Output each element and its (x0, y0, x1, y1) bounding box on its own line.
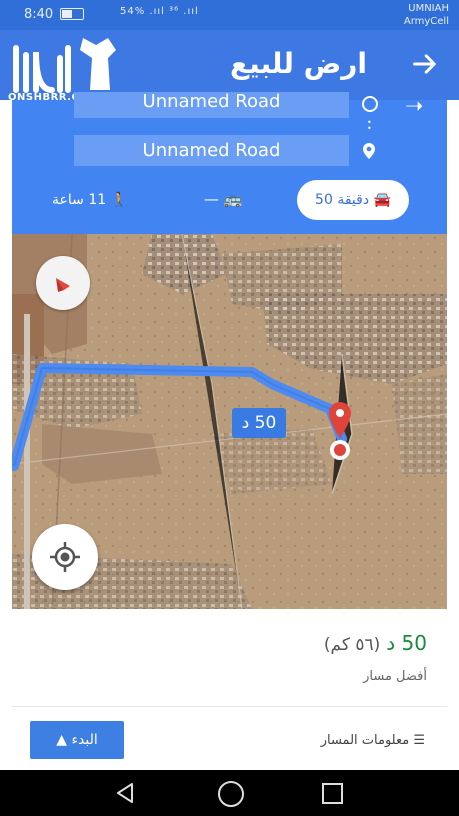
map-view[interactable]: 50 د (12, 234, 447, 609)
navigation-arrow-icon: ▲ (56, 732, 67, 748)
mode-transit[interactable]: — 🚌 (204, 190, 242, 208)
route-distance: (٥٦ كم) (323, 635, 381, 655)
transit-time: — (204, 190, 219, 208)
route-summary-sheet: 50 د (٥٦ كم) أفضل مسار البدء ▲ ☰ معلومات… (0, 609, 459, 770)
compass-icon (56, 278, 70, 292)
car-icon: 🚘 (373, 192, 391, 208)
signal-icon: 54% .ııl ³⁶ .ııl (120, 6, 199, 17)
carrier-name: UMNIAH (408, 3, 449, 14)
home-icon[interactable] (218, 781, 244, 807)
status-time: 8:40 (24, 7, 54, 22)
mode-walking[interactable]: 🚶 11 ساعة (52, 192, 128, 208)
divider (12, 706, 447, 707)
walking-icon: 🚶 (110, 192, 129, 208)
bus-icon: 🚌 (223, 190, 243, 208)
destination-field[interactable]: Unnamed Road (74, 135, 349, 166)
swap-arrow-icon[interactable]: ➝ (405, 94, 423, 119)
start-label: البدء (71, 732, 98, 748)
origin-field[interactable]: Unnamed Road (74, 92, 349, 118)
battery-icon (60, 8, 84, 20)
carrier-info: UMNIAH ArmyCell (404, 2, 449, 28)
route-info-button[interactable]: ☰ معلومات المسار (321, 733, 425, 748)
start-navigation-button[interactable]: البدء ▲ (30, 721, 124, 759)
compass-button[interactable] (36, 256, 90, 310)
driving-time: 50 دقيقة (315, 192, 370, 208)
route-eta: 50 د (386, 631, 427, 655)
recent-apps-icon[interactable] (322, 783, 343, 804)
watermark-glyph-icon (13, 38, 116, 93)
mode-driving[interactable]: 50 دقيقة 🚘 (297, 180, 409, 220)
list-icon: ☰ (413, 733, 425, 748)
route-info-label: معلومات المسار (320, 733, 410, 748)
crosshair-icon (50, 542, 80, 572)
status-bar: 8:40 54% .ııl ³⁶ .ııl UMNIAH ArmyCell (0, 0, 459, 30)
route-time-row: 50 د (٥٦ كم) (324, 631, 427, 655)
destination-pin-icon (363, 143, 375, 159)
origin-circle-icon (362, 96, 378, 112)
carrier-sub: ArmyCell (403, 16, 449, 27)
directions-panel: Unnamed Road ➝ • • Unnamed Road 🚶 11 ساعة… (12, 92, 447, 234)
my-location-button[interactable] (32, 524, 98, 590)
walking-time: 11 ساعة (52, 192, 107, 208)
page-title: ارض للبيع (229, 47, 367, 80)
route-dots-icon: • • (367, 118, 372, 133)
best-route-label: أفضل مسار (363, 669, 427, 684)
back-icon[interactable] (112, 781, 138, 805)
system-nav-bar (0, 770, 459, 816)
map-eta-bubble: 50 د (232, 408, 286, 438)
arrow-right-icon[interactable] (411, 50, 439, 78)
